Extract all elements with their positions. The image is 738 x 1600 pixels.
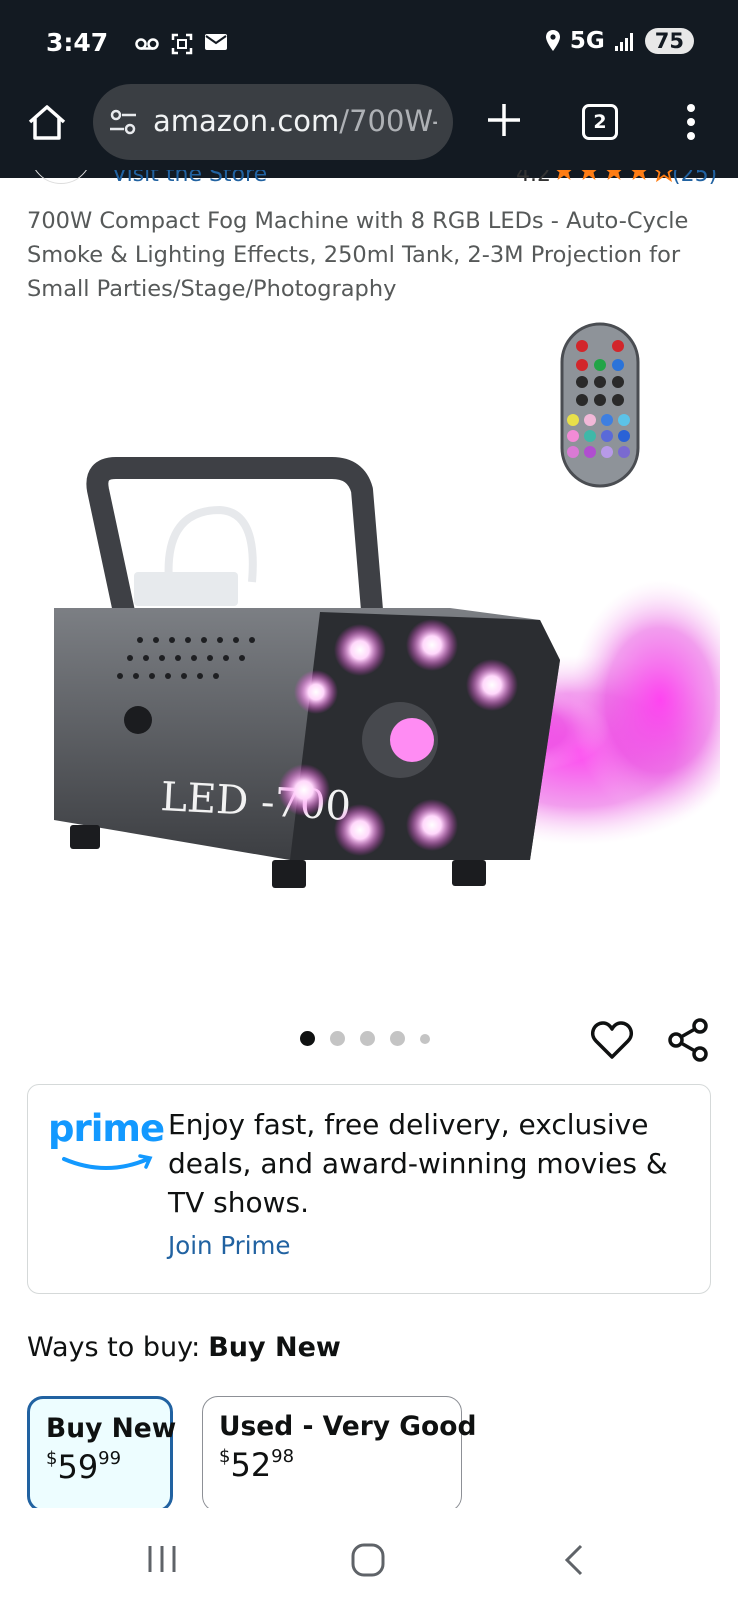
home-icon[interactable] bbox=[24, 100, 70, 146]
site-settings-icon[interactable] bbox=[107, 106, 139, 138]
prime-promo-card: prime Enjoy fast, free delivery, exclusi… bbox=[27, 1084, 711, 1294]
prime-logo: prime bbox=[48, 1107, 165, 1177]
option-name: Buy New bbox=[46, 1413, 177, 1444]
mail-icon bbox=[205, 34, 227, 50]
pagination-dot[interactable] bbox=[330, 1031, 345, 1046]
price-currency: $ bbox=[219, 1446, 231, 1467]
ways-to-buy-label: Ways to buy: bbox=[27, 1332, 201, 1363]
network-type: 5G bbox=[569, 28, 605, 54]
store-logo bbox=[30, 170, 92, 184]
pagination-dot[interactable] bbox=[360, 1031, 375, 1046]
star-icon bbox=[556, 170, 572, 180]
review-count[interactable]: (25) bbox=[672, 170, 717, 187]
ways-to-buy-selected: Buy New bbox=[208, 1332, 341, 1363]
price-currency: $ bbox=[46, 1448, 58, 1469]
voicemail-icon bbox=[135, 38, 159, 50]
more-menu-icon[interactable] bbox=[676, 100, 706, 144]
used-very-good-option[interactable]: Used - Very Good $5298 bbox=[202, 1396, 477, 1512]
browser-chrome: 3:47 5G 75 amazon.com/700W- 2 bbox=[0, 0, 738, 178]
status-bar: 3:47 5G 75 bbox=[46, 24, 694, 64]
product-title: 700W Compact Fog Machine with 8 RGB LEDs… bbox=[27, 208, 689, 302]
join-prime-link[interactable]: Join Prime bbox=[168, 1231, 291, 1260]
star-icon bbox=[581, 170, 597, 180]
pagination-dot[interactable] bbox=[420, 1033, 430, 1044]
prime-smile-icon bbox=[62, 1154, 153, 1170]
url-bar[interactable]: amazon.com/700W- bbox=[93, 84, 453, 160]
star-icon bbox=[631, 170, 647, 180]
pagination-dot[interactable] bbox=[390, 1031, 405, 1046]
screenshot-icon bbox=[171, 33, 193, 55]
new-tab-icon[interactable] bbox=[484, 100, 524, 140]
product-image[interactable]: LED -700 bbox=[20, 320, 720, 960]
prime-logo-text: prime bbox=[48, 1107, 165, 1150]
status-time: 3:47 bbox=[46, 28, 109, 57]
price-dollars: 52 bbox=[230, 1446, 272, 1484]
star-icon bbox=[606, 170, 622, 180]
rating-value: 4.2 bbox=[516, 170, 551, 187]
ways-to-buy: Ways to buy: Buy New bbox=[27, 1332, 341, 1363]
remote-control bbox=[560, 322, 640, 488]
price-cents: 98 bbox=[271, 1446, 295, 1467]
signal-icon bbox=[614, 33, 633, 51]
tab-switcher-button[interactable]: 2 bbox=[582, 104, 618, 140]
option-name: Used - Very Good bbox=[219, 1411, 477, 1442]
store-row: Visit the Store 4.2 (25) bbox=[0, 170, 738, 190]
recents-icon[interactable] bbox=[146, 1544, 178, 1574]
price-dollars: 59 bbox=[57, 1448, 99, 1486]
star-rating[interactable] bbox=[552, 170, 677, 183]
price-cents: 99 bbox=[98, 1448, 122, 1469]
url-path: /700W- bbox=[339, 104, 437, 138]
heart-icon[interactable] bbox=[588, 1016, 636, 1064]
prime-message: Enjoy fast, free delivery, exclusive dea… bbox=[168, 1108, 668, 1219]
home-nav-icon[interactable] bbox=[350, 1542, 386, 1578]
buy-new-option[interactable]: Buy New $5999 bbox=[27, 1396, 177, 1512]
back-icon[interactable] bbox=[562, 1544, 586, 1576]
system-nav-bar bbox=[0, 1508, 738, 1600]
pagination-dot-active[interactable] bbox=[300, 1031, 315, 1046]
browser-toolbar: amazon.com/700W- 2 bbox=[0, 84, 738, 160]
url-domain: amazon.com bbox=[153, 104, 340, 138]
share-icon[interactable] bbox=[664, 1016, 712, 1064]
location-icon bbox=[545, 30, 560, 51]
option-price: $5298 bbox=[219, 1446, 445, 1484]
visit-store-link[interactable]: Visit the Store bbox=[112, 170, 267, 187]
battery-badge: 75 bbox=[644, 28, 694, 54]
option-price: $5999 bbox=[46, 1448, 154, 1486]
url-text: amazon.com/700W- bbox=[153, 104, 437, 138]
image-pagination[interactable] bbox=[300, 1031, 430, 1046]
